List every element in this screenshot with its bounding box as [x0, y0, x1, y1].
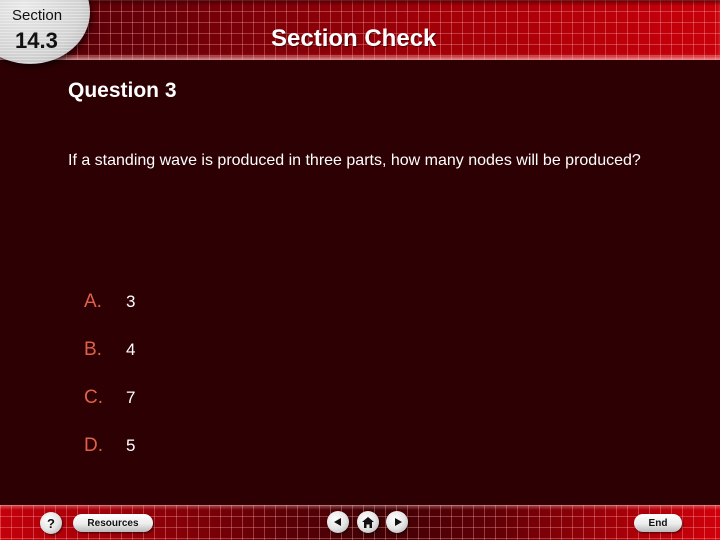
question-title: Question 3 — [68, 79, 177, 102]
section-label: Section — [12, 7, 63, 24]
help-icon: ? — [47, 515, 55, 531]
page-title: Section Check — [271, 25, 437, 52]
answer-value: 3 — [126, 292, 136, 311]
home-icon — [362, 516, 374, 528]
next-button[interactable] — [386, 511, 408, 533]
end-button[interactable]: End — [634, 514, 682, 532]
answer-value: 5 — [126, 436, 136, 455]
answer-value: 4 — [126, 340, 136, 359]
answer-option-c[interactable]: C. 7 — [84, 387, 135, 435]
answer-letter: C. — [84, 387, 103, 408]
previous-button[interactable] — [327, 511, 349, 533]
answer-option-d[interactable]: D. 5 — [84, 435, 135, 483]
answer-letter: A. — [84, 291, 102, 312]
answer-option-a[interactable]: A. 3 — [84, 291, 135, 339]
previous-arrow-icon — [333, 518, 341, 526]
answer-letter: D. — [84, 435, 103, 456]
answer-value: 7 — [126, 388, 136, 407]
answer-option-b[interactable]: B. 4 — [84, 339, 135, 387]
slide: Section 14.3 Section Check Question 3 If… — [0, 0, 720, 540]
next-arrow-icon — [394, 518, 402, 526]
question-text: If a standing wave is produced in three … — [68, 152, 641, 169]
help-button[interactable]: ? — [40, 512, 62, 534]
answer-list: A. 3 B. 4 C. 7 D. 5 — [84, 291, 135, 483]
home-button[interactable] — [357, 511, 379, 533]
answer-letter: B. — [84, 339, 102, 360]
resources-button[interactable]: Resources — [73, 514, 153, 532]
section-number: 14.3 — [15, 28, 58, 53]
